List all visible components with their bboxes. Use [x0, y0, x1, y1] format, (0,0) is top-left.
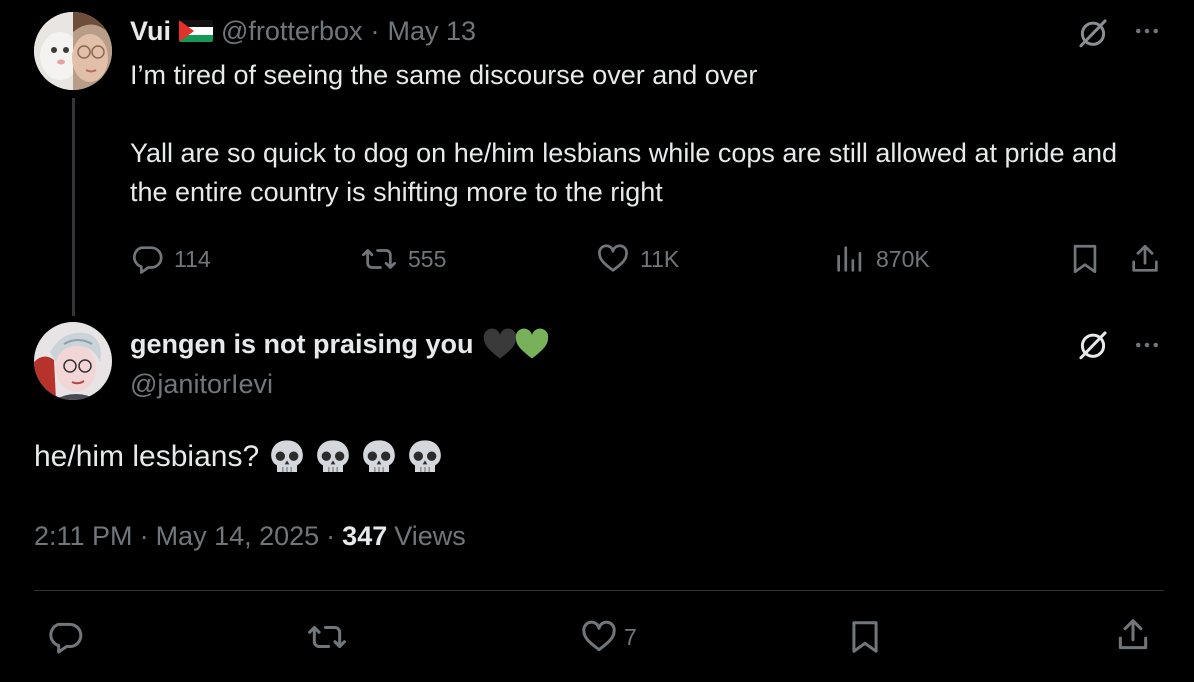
tweet1-reply-button[interactable]: 114 [130, 242, 211, 276]
tweet2-views-label: Views [394, 520, 466, 551]
tweet2-display-name[interactable]: gengen is not praising you [130, 329, 474, 360]
tweet1-more-icon[interactable] [1132, 16, 1162, 46]
skull-emoji [363, 440, 395, 472]
share-icon [1118, 619, 1148, 650]
tweet2-like-button[interactable]: 7 [580, 618, 637, 656]
tweet1-share-button[interactable] [1128, 242, 1162, 281]
bookmark-icon [1073, 244, 1097, 274]
tweet1-bookmark-button[interactable] [1068, 242, 1102, 281]
tweet2-handle[interactable]: @janitorIevi [130, 366, 273, 402]
reply-icon [49, 622, 83, 654]
tweet1-repost-count: 555 [408, 245, 447, 272]
tweet1-like-count: 11K [640, 245, 680, 272]
tweet1-reply-count: 114 [174, 245, 211, 272]
bookmark-icon [852, 621, 878, 653]
repost-icon [308, 625, 346, 649]
repost-icon [362, 249, 396, 269]
tweet2-author-name-row: gengen is not praising you [130, 326, 550, 362]
avatar-vui-image [34, 12, 112, 90]
tweet1-views-button[interactable]: 870K [834, 242, 930, 276]
meta-separator: · [139, 520, 149, 551]
tweet2-reply-button[interactable] [46, 618, 84, 656]
tweet1-separator: · [370, 15, 380, 46]
skull-emoji [317, 440, 349, 472]
like-icon [598, 244, 628, 272]
tweet1-repost-button[interactable]: 555 [360, 242, 446, 276]
tweet1-header: Vui @frotterbox · May 13 [130, 13, 476, 49]
tweet1-like-button[interactable]: 11K [596, 242, 679, 276]
thread-connector-line [72, 98, 75, 316]
tweet1-views-count: 870K [876, 245, 930, 272]
grok-icon [1079, 19, 1107, 48]
tweet2-body: he/him lesbians? [34, 434, 445, 480]
tweet2-meta: 2:11 PM · May 14, 2025 · 347 Views [34, 518, 466, 554]
meta-separator: · [326, 520, 336, 551]
tweet2-bookmark-button[interactable] [846, 618, 884, 661]
skull-emoji-row [267, 437, 445, 477]
tweet1-handle[interactable]: @frotterbox [221, 16, 362, 47]
like-icon [582, 620, 616, 652]
skull-emoji [409, 440, 441, 472]
more-icon [1136, 28, 1158, 34]
tweet1-display-name[interactable]: Vui [130, 16, 171, 47]
tweet2-more-icon[interactable] [1132, 330, 1162, 360]
tweet2-text: he/him lesbians? [34, 440, 260, 473]
tweet2-like-count: 7 [624, 623, 637, 650]
black-heart-emoji [483, 328, 516, 359]
views-icon [837, 246, 862, 272]
tweet2-views-count: 347 [342, 520, 388, 551]
actions-divider [34, 590, 1164, 591]
palestine-flag-emoji [179, 20, 214, 42]
green-heart-emoji [515, 328, 548, 359]
tweet2-repost-button[interactable] [306, 618, 348, 656]
tweet2-share-button[interactable] [1114, 616, 1152, 659]
avatar-gengen[interactable] [34, 322, 112, 400]
avatar-vui[interactable] [34, 12, 112, 90]
skull-emoji [271, 440, 303, 472]
tweet1-grok-icon[interactable] [1076, 16, 1110, 50]
reply-icon [132, 246, 163, 274]
tweet1-text: I’m tired of seeing the same discourse o… [130, 60, 1118, 207]
more-icon [1136, 342, 1158, 348]
grok-icon [1079, 331, 1107, 360]
tweet2-grok-icon[interactable] [1076, 328, 1110, 362]
share-icon [1132, 244, 1158, 272]
tweet2-time[interactable]: 2:11 PM [34, 521, 133, 552]
tweet1-date[interactable]: May 13 [387, 16, 476, 47]
tweet2-date[interactable]: May 14, 2025 [156, 521, 320, 552]
avatar-gengen-image [34, 322, 112, 400]
